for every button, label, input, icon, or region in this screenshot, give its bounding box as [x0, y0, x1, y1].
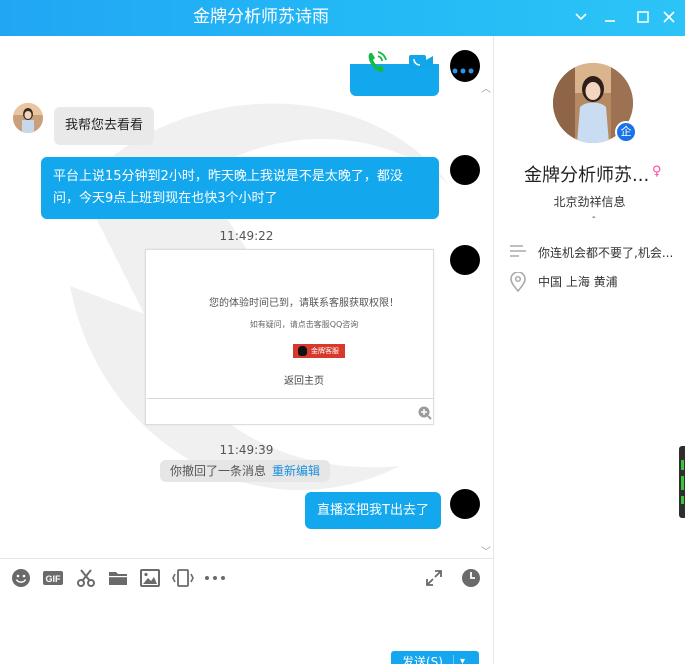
image-icon[interactable] [139, 568, 161, 588]
re-edit-link[interactable]: 重新编辑 [272, 464, 320, 478]
edge-widget[interactable] [679, 446, 685, 518]
title-bar: 金牌分析师苏诗雨 [0, 0, 685, 36]
more-icon[interactable] [452, 59, 474, 78]
timestamp: 11:49:22 [219, 229, 274, 243]
recall-text: 你撤回了一条消息 [170, 464, 267, 478]
expand-icon[interactable] [423, 568, 445, 588]
zoom-in-icon[interactable] [418, 405, 432, 420]
send-button[interactable]: 发送(S) ▾ [391, 651, 479, 664]
screen-share-icon[interactable] [172, 568, 194, 588]
svg-text:GIF: GIF [46, 574, 62, 584]
image-scrollbar-thumb [433, 278, 434, 306]
widget-bar [681, 460, 684, 470]
scroll-up-icon[interactable]: ︿ [481, 80, 491, 95]
chevron-down-icon[interactable] [569, 6, 593, 28]
image-service-button: 金牌客服 [293, 344, 345, 358]
profile-company: 北京劲祥信息 [553, 195, 626, 209]
widget-bar [681, 476, 684, 490]
send-separator [453, 655, 454, 664]
window-title: 金牌分析师苏诗雨 [193, 7, 329, 27]
emoji-icon[interactable] [10, 568, 32, 588]
contact-avatar[interactable] [13, 103, 43, 133]
scissors-icon[interactable] [75, 568, 97, 588]
penguin-icon [298, 346, 307, 356]
toolbar-divider [0, 558, 493, 559]
image-text-line: 您的体验时间已到，请联系客服获取权限！ [209, 298, 399, 309]
message-bubble[interactable]: 我帮您去看看 [54, 107, 155, 145]
self-avatar[interactable] [450, 245, 480, 275]
image-content: 您的体验时间已到，请联系客服获取权限！ 如有疑问，请点击客服QQ咨询 金牌客服 … [147, 251, 433, 399]
chevron-down-icon[interactable]: ▾ [460, 651, 465, 664]
signature-icon [509, 242, 527, 260]
image-text-line: 返回主页 [284, 376, 324, 387]
close-icon[interactable] [657, 6, 681, 28]
female-icon: ♀ [652, 164, 662, 179]
send-label: 发送(S) [402, 655, 443, 664]
profile-signature: 你连机会都不要了,机会... [538, 246, 674, 260]
location-pin-icon [509, 271, 527, 293]
timestamp: 11:49:39 [219, 443, 274, 457]
message-bubble[interactable]: 平台上说15分钟到2小时，昨天晚上我说是不是太晚了，都没问，今天9点上班到现在也… [41, 157, 439, 219]
image-text-line: 如有疑问，请点击客服QQ咨询 [249, 320, 359, 329]
profile-location: 中国 上海 黄浦 [538, 275, 618, 289]
profile-name: 金牌分析师苏... [524, 165, 650, 186]
message-bubble[interactable]: 直播还把我T出去了 [305, 492, 441, 529]
self-avatar[interactable] [450, 155, 480, 185]
gif-icon[interactable]: GIF [42, 568, 64, 588]
voice-call-icon[interactable] [366, 50, 388, 78]
more-tools-icon[interactable] [204, 568, 226, 588]
maximize-icon[interactable] [631, 6, 655, 28]
scroll-down-icon[interactable]: ﹀ [481, 543, 491, 558]
profile-extra: - [592, 212, 596, 223]
minimize-icon[interactable] [598, 6, 622, 28]
widget-bar [681, 496, 684, 504]
image-scrollbar [433, 250, 434, 400]
enterprise-badge: 企 [615, 121, 637, 143]
self-avatar[interactable] [450, 489, 480, 519]
recall-notice: 你撤回了一条消息 重新编辑 [160, 460, 331, 482]
history-clock-icon[interactable] [460, 568, 482, 588]
panel-divider [493, 36, 494, 664]
folder-icon[interactable] [107, 568, 129, 588]
video-call-icon[interactable] [408, 52, 434, 76]
image-message[interactable]: 您的体验时间已到，请联系客服获取权限！ 如有疑问，请点击客服QQ咨询 金牌客服 … [145, 249, 434, 425]
